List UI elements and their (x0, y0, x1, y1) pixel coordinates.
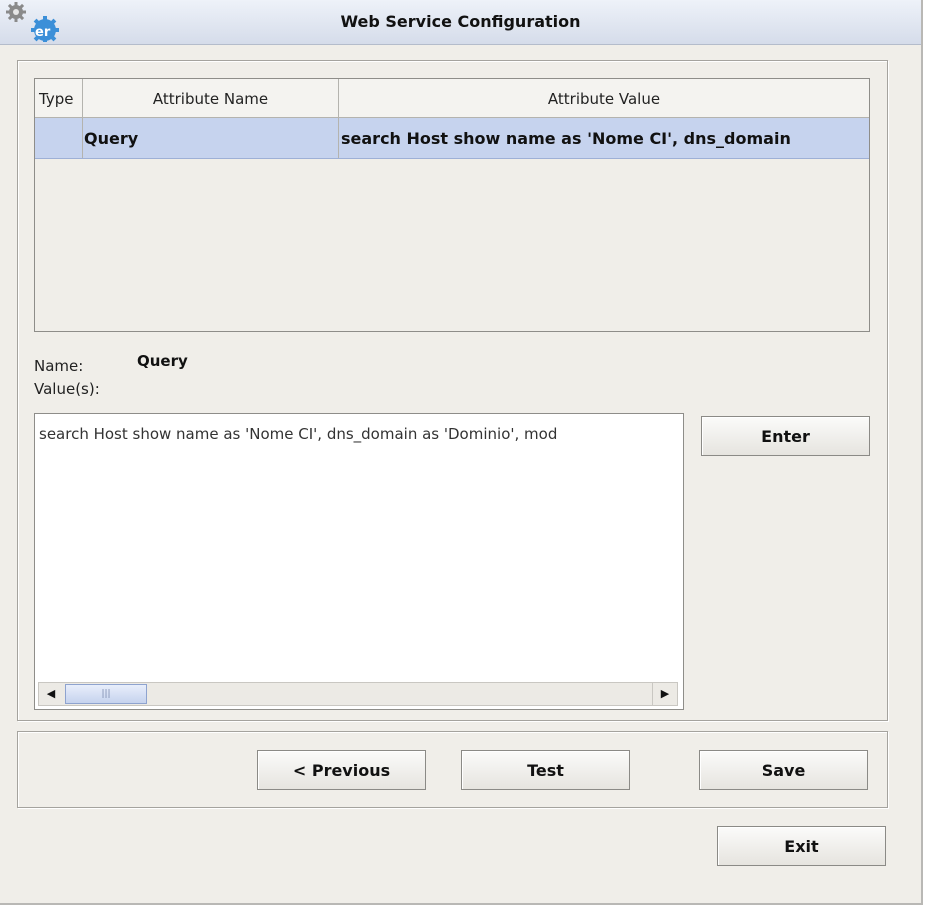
arrow-left-icon[interactable]: ◀ (39, 683, 63, 705)
table-row[interactable]: Query search Host show name as 'Nome CI'… (35, 118, 869, 159)
scroll-thumb[interactable]: ||| (65, 684, 147, 704)
name-label: Name: (34, 357, 84, 375)
cell-type (35, 118, 83, 158)
cell-attribute-value: search Host show name as 'Nome CI', dns_… (341, 129, 791, 148)
table-header: Type Attribute Name Attribute Value (35, 79, 869, 118)
name-value: Query (137, 352, 188, 370)
web-service-config-window: er Web Service Configuration Type Attrib… (0, 0, 923, 905)
cell-attribute-name: Query (83, 118, 339, 158)
column-header-type[interactable]: Type (35, 79, 83, 117)
arrow-right-icon[interactable]: ▶ (652, 683, 677, 705)
horizontal-scrollbar[interactable]: ◀ ||| ▶ (38, 682, 678, 706)
exit-button[interactable]: Exit (717, 826, 886, 866)
enter-button[interactable]: Enter (701, 416, 870, 456)
column-header-attribute-value[interactable]: Attribute Value (339, 79, 869, 117)
title-bar: er Web Service Configuration (0, 0, 921, 45)
save-button[interactable]: Save (699, 750, 868, 790)
previous-button[interactable]: < Previous (257, 750, 426, 790)
values-text: search Host show name as 'Nome CI', dns_… (39, 425, 558, 443)
values-label: Value(s): (34, 380, 100, 398)
window-title: Web Service Configuration (340, 12, 581, 31)
column-header-attribute-name[interactable]: Attribute Name (83, 79, 339, 117)
test-button[interactable]: Test (461, 750, 630, 790)
attributes-table[interactable]: Type Attribute Name Attribute Value Quer… (34, 78, 870, 332)
values-textarea[interactable]: search Host show name as 'Nome CI', dns_… (34, 413, 684, 710)
